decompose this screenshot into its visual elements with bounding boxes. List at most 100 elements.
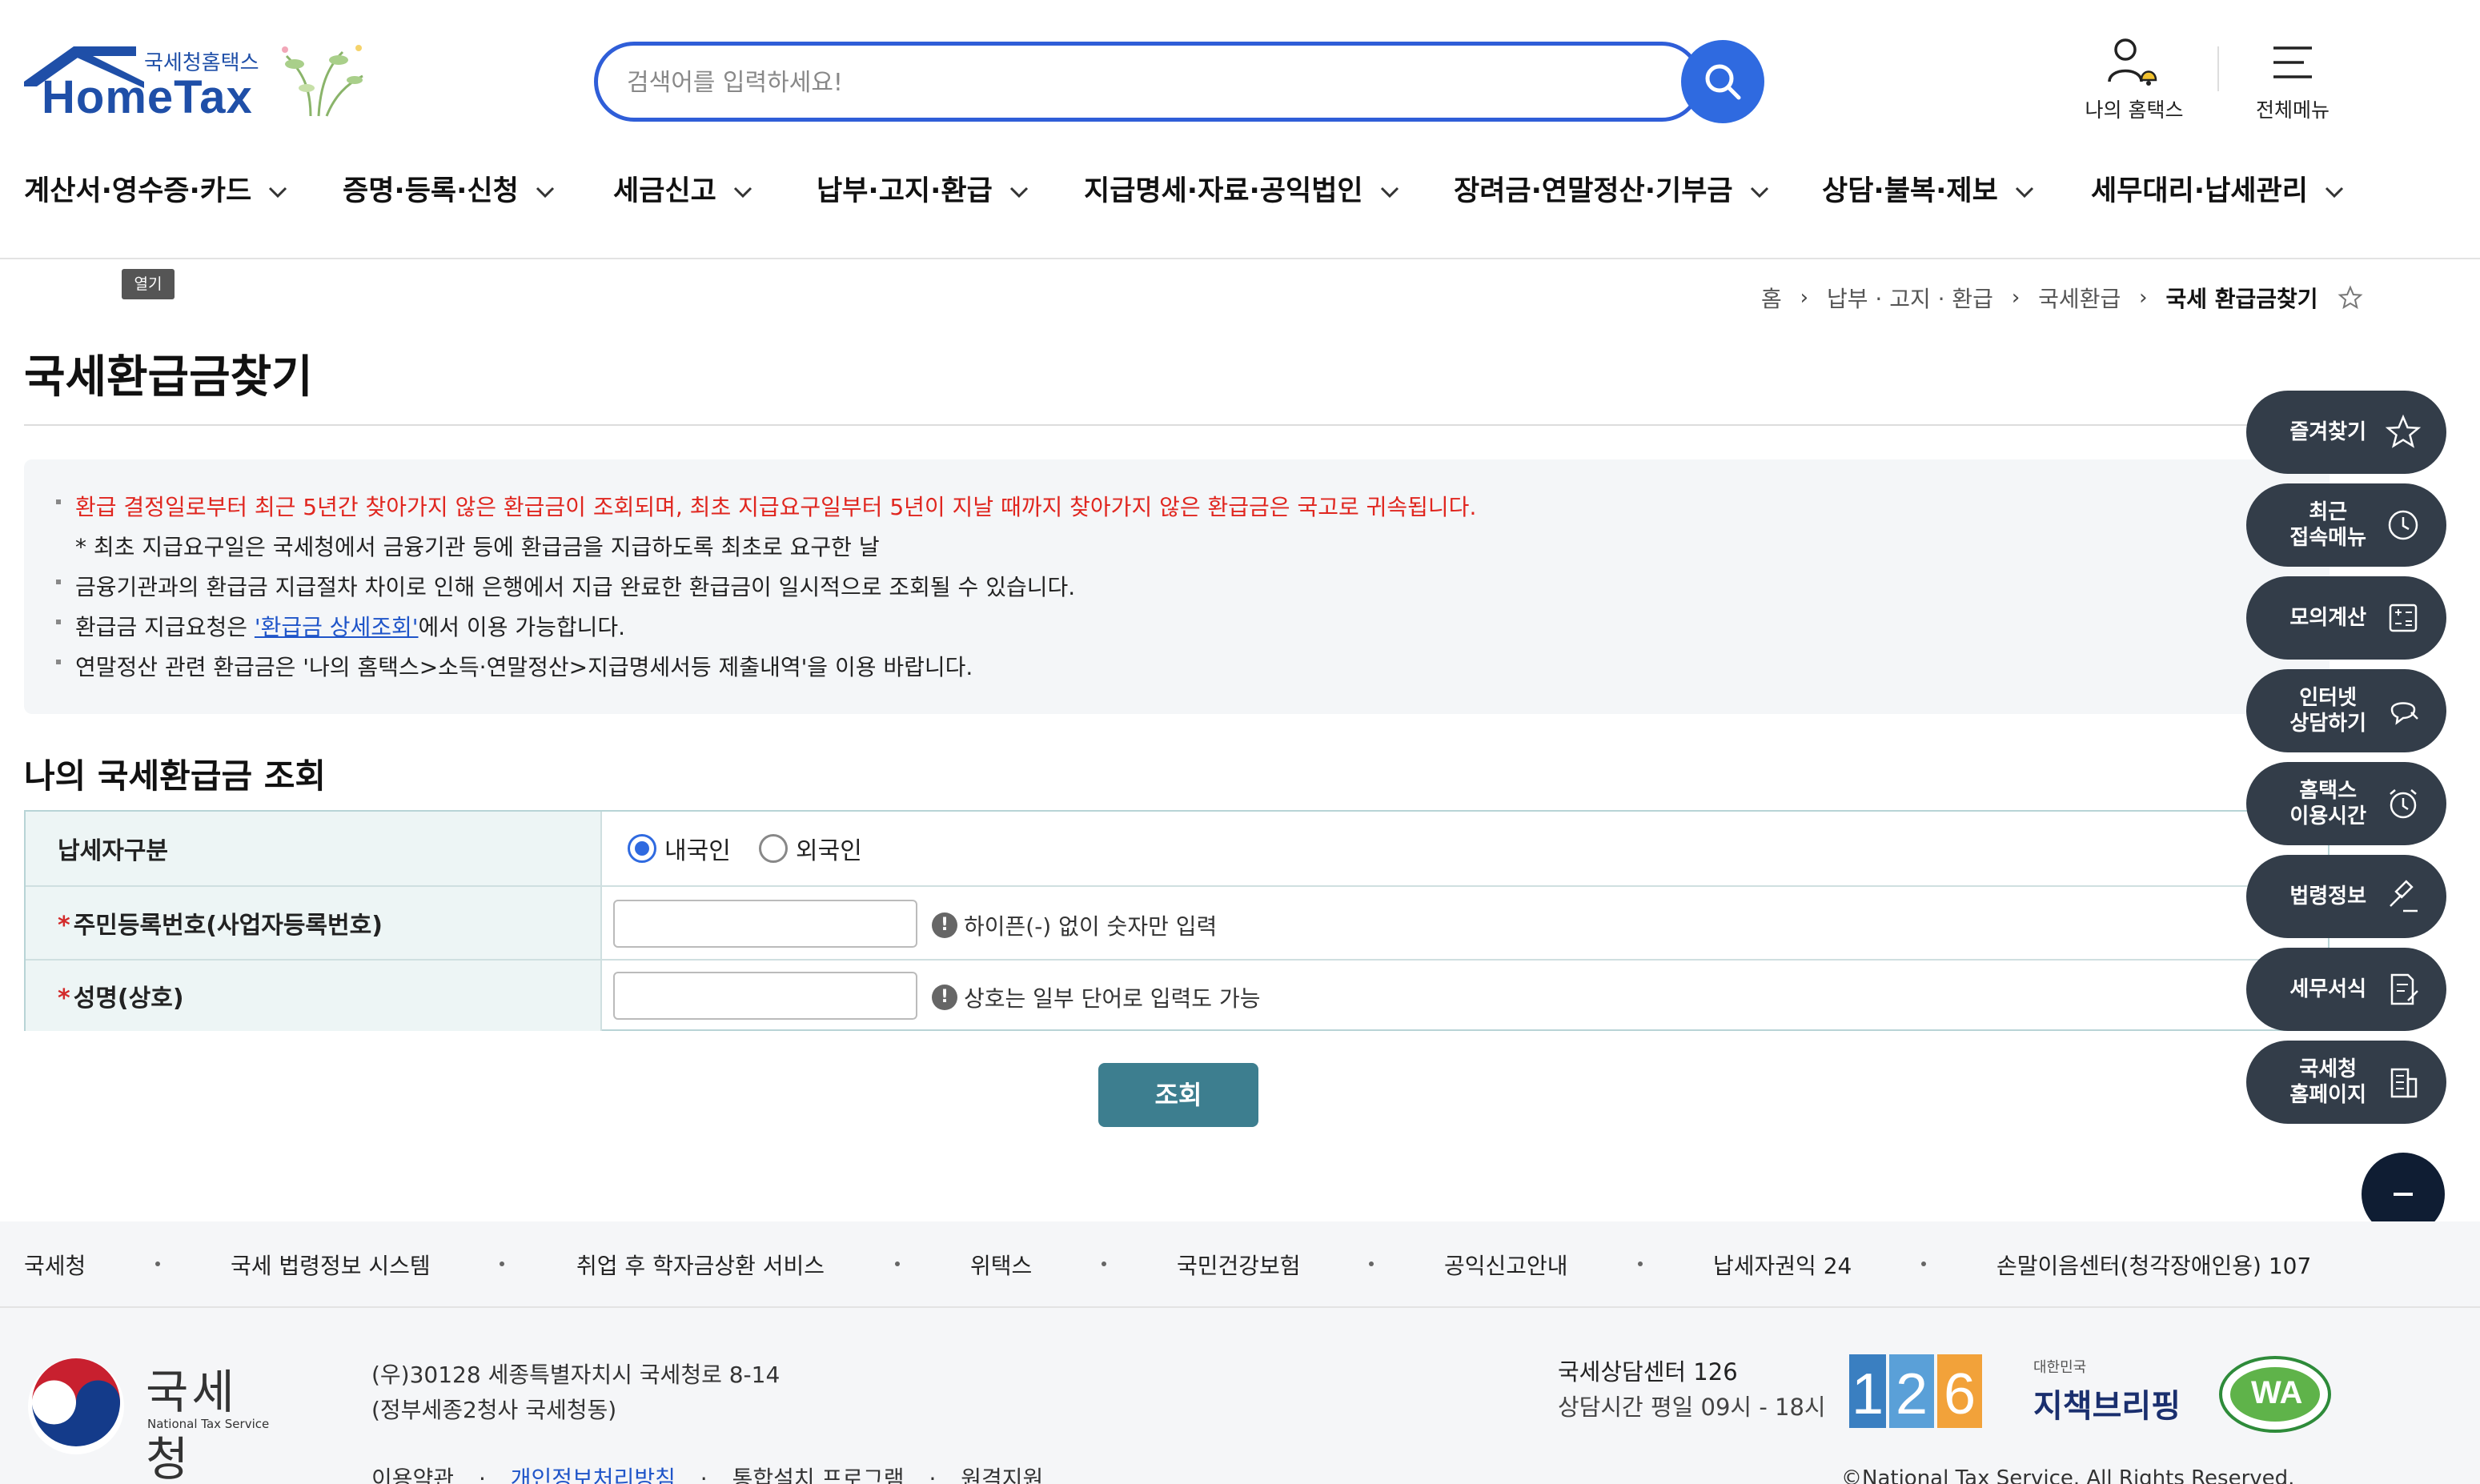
exclamation-icon: ! bbox=[932, 985, 957, 1010]
web-accessibility-mark: WA bbox=[2217, 1354, 2333, 1434]
footer-link[interactable]: 손말이음센터(청각장애인용) 107 bbox=[1996, 1249, 2311, 1281]
my-hometax-label: 나의 홈택스 bbox=[2085, 98, 2184, 122]
gnb-item-invoice[interactable]: 계산서·영수증·카드 bbox=[24, 168, 288, 216]
call-126-logo: 1 2 6 bbox=[1849, 1354, 1982, 1428]
id-number-hint: ! 하이픈(-) 없이 숫자만 입력 bbox=[932, 909, 1217, 941]
gnb-item-tax-agent[interactable]: 세무대리·납세관리 bbox=[2091, 168, 2345, 216]
notice-text: 환급금 지급요청은 bbox=[75, 614, 255, 640]
nts-logo[interactable]: 국세청 National Tax Service bbox=[24, 1354, 280, 1484]
form-label-cell: * 성명(상호) bbox=[26, 961, 602, 1031]
refund-search-form: 납세자구분 내국인 외국인 * 주민등록번호(사업자등록번호) ! 하이픈(-) 없… bbox=[24, 810, 2330, 1031]
all-menu-button[interactable]: 전체메뉴 bbox=[2229, 37, 2357, 125]
breadcrumb-level2[interactable]: 국세환급 bbox=[2038, 286, 2121, 312]
header-divider bbox=[2217, 46, 2219, 91]
footer-link[interactable]: 공익신고안내 bbox=[1444, 1249, 1568, 1281]
breadcrumb-current: 국세 환급금찾기 bbox=[2165, 286, 2318, 312]
quick-tax-forms-button[interactable]: 세무서식 bbox=[2246, 948, 2446, 1031]
gnb-item-consult[interactable]: 상담·불복·제보 bbox=[1822, 168, 2035, 216]
remote-support-link[interactable]: 원격지원 bbox=[961, 1466, 1043, 1484]
hamburger-menu-icon bbox=[2273, 46, 2312, 78]
plant-icon bbox=[282, 45, 363, 117]
terms-link[interactable]: 이용약관 bbox=[371, 1466, 454, 1484]
my-hometax-button[interactable]: 나의 홈택스 bbox=[2070, 37, 2198, 125]
bullet-icon bbox=[56, 620, 61, 624]
breadcrumb-level1[interactable]: 납부 · 고지 · 환급 bbox=[1827, 286, 1993, 312]
taegeuk-emblem-icon bbox=[28, 1358, 124, 1454]
notice-text: 환급 결정일로부터 최근 5년간 찾아가지 않은 환급금이 조회되며, 최초 지… bbox=[75, 494, 1477, 520]
quick-calculator-button[interactable]: 모의계산 bbox=[2246, 576, 2446, 660]
footer-link[interactable]: 국세 법령정보 시스템 bbox=[231, 1249, 431, 1281]
radio-foreign[interactable]: 외국인 bbox=[759, 831, 862, 866]
alarm-icon bbox=[2390, 789, 2417, 819]
search-icon bbox=[1705, 64, 1741, 100]
quick-label: 즐겨찾기 bbox=[2289, 420, 2366, 444]
footer-dot: · bbox=[478, 1466, 486, 1484]
radio-unchecked-icon bbox=[759, 834, 788, 863]
quick-label: 모의계산 bbox=[2289, 606, 2366, 630]
search-button[interactable] bbox=[1681, 40, 1764, 123]
footer-dot bbox=[1102, 1261, 1106, 1266]
quick-internet-consult-button[interactable]: 인터넷 상담하기 bbox=[2246, 669, 2446, 752]
name-input[interactable] bbox=[613, 972, 917, 1020]
building-icon bbox=[2390, 1068, 2418, 1098]
radio-foreign-label: 외국인 bbox=[796, 837, 862, 865]
quick-favorites-button[interactable]: 즐겨찾기 bbox=[2246, 391, 2446, 474]
breadcrumb: 홈 › 납부 · 고지 · 환급 › 국세환급 › 국세 환급금찾기 bbox=[1761, 282, 2363, 314]
notice-text: 연말정산 관련 환급금은 '나의 홈택스>소득·연말정산>지급명세서등 제출내역… bbox=[75, 654, 973, 680]
radio-domestic-label: 내국인 bbox=[664, 837, 731, 865]
star-icon bbox=[2385, 414, 2422, 448]
policy-briefing-logo[interactable]: 대한민국 지책브리핑 bbox=[2033, 1356, 2185, 1428]
search-input[interactable] bbox=[627, 62, 1587, 103]
gnb-item-tax-return[interactable]: 세금신고 bbox=[613, 168, 753, 216]
quick-nts-homepage-button[interactable]: 국세청 홈페이지 bbox=[2246, 1041, 2446, 1124]
svg-text:2: 2 bbox=[1896, 1362, 1928, 1426]
policy-brief-sub: 대한민국 bbox=[2033, 1359, 2087, 1376]
gnb-item-label: 세무대리·납세관리 bbox=[2091, 175, 2308, 207]
quick-recent-menu-button[interactable]: 최근 접속메뉴 bbox=[2246, 483, 2446, 567]
id-number-input[interactable] bbox=[613, 900, 917, 948]
gnb-item-certificate[interactable]: 증명·등록·신청 bbox=[343, 168, 556, 216]
quick-label: 홈택스 이용시간 bbox=[2289, 779, 2366, 828]
form-label-cell: 납세자구분 bbox=[26, 812, 602, 885]
hometax-logo[interactable]: 국세청홈택스 HomeTax bbox=[24, 40, 368, 128]
footer-link[interactable]: 국세청 bbox=[24, 1249, 86, 1281]
footer-dot bbox=[1921, 1261, 1926, 1266]
quick-service-hours-button[interactable]: 홈택스 이용시간 bbox=[2246, 762, 2446, 845]
search-submit-button[interactable]: 조회 bbox=[1098, 1063, 1258, 1127]
breadcrumb-home[interactable]: 홈 bbox=[1761, 286, 1782, 312]
gnb-item-statement[interactable]: 지급명세·자료·공익법인 bbox=[1084, 168, 1400, 216]
user-bell-icon bbox=[2108, 38, 2157, 86]
footer-link[interactable]: 위택스 bbox=[970, 1249, 1032, 1281]
gavel-icon bbox=[2390, 880, 2418, 912]
page-title: 국세환급금찾기 bbox=[24, 351, 313, 403]
gnb-item-label: 계산서·영수증·카드 bbox=[24, 175, 252, 207]
footer-link[interactable]: 취업 후 학자금상환 서비스 bbox=[576, 1249, 825, 1281]
name-hint: ! 상호는 일부 단어로 입력도 가능 bbox=[932, 981, 1260, 1013]
install-program-link[interactable]: 통합설치 프로그램 bbox=[732, 1466, 905, 1484]
form-label-cell: * 주민등록번호(사업자등록번호) bbox=[26, 887, 602, 959]
gnb-item-payment[interactable]: 납부·고지·환급 bbox=[817, 168, 1029, 216]
chevron-down-icon bbox=[1380, 187, 1399, 199]
footer-link[interactable]: 국민건강보험 bbox=[1177, 1249, 1301, 1281]
favorite-star-icon[interactable] bbox=[2338, 285, 2363, 311]
chevron-down-icon bbox=[2015, 187, 2033, 199]
consult-center-hours: 상담시간 평일 09시 - 18시 bbox=[1558, 1394, 1826, 1421]
quick-law-info-button[interactable]: 법령정보 bbox=[2246, 855, 2446, 938]
breadcrumb-separator-icon: › bbox=[2139, 286, 2148, 310]
gnb-item-incentive[interactable]: 장려금·연말정산·기부금 bbox=[1454, 168, 1770, 216]
chevron-down-icon bbox=[733, 187, 752, 199]
radio-domestic[interactable]: 내국인 bbox=[628, 831, 731, 866]
wa-mark-text: WA bbox=[2251, 1375, 2303, 1410]
footer-related-links: 국세청 국세 법령정보 시스템 취업 후 학자금상환 서비스 위택스 국민건강보… bbox=[0, 1221, 2480, 1308]
gnb-item-label: 장려금·연말정산·기부금 bbox=[1454, 175, 1733, 207]
notice-line-4: 환급금 지급요청은 '환급금 상세조회'에서 이용 가능합니다. bbox=[56, 610, 625, 642]
privacy-policy-link[interactable]: 개인정보처리방침 bbox=[511, 1466, 676, 1484]
chevron-down-icon bbox=[1750, 187, 1768, 199]
radio-checked-icon bbox=[628, 834, 656, 863]
gnb-item-label: 세금신고 bbox=[613, 175, 716, 207]
refund-detail-link[interactable]: '환급금 상세조회' bbox=[255, 614, 419, 640]
calculator-icon bbox=[2389, 604, 2418, 632]
footer-link[interactable]: 납세자권익 24 bbox=[1713, 1249, 1852, 1281]
form-row-id-number: * 주민등록번호(사업자등록번호) ! 하이픈(-) 없이 숫자만 입력 bbox=[26, 887, 2328, 961]
footer-dot: · bbox=[929, 1466, 937, 1484]
